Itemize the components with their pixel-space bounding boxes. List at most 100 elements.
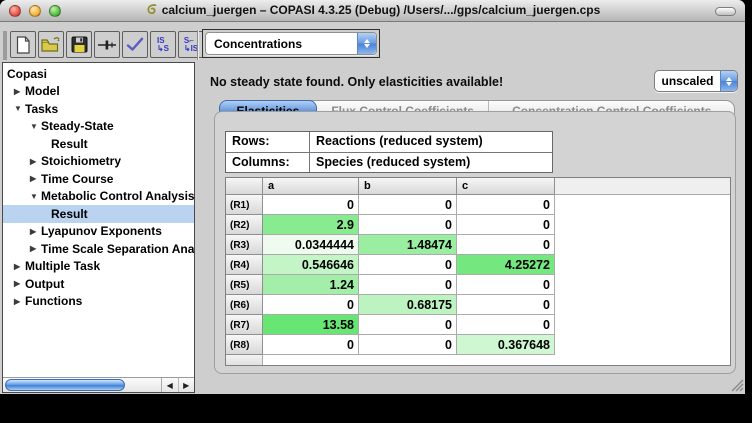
tree-expanded-icon[interactable]: ▼ xyxy=(30,122,41,131)
new-file-icon xyxy=(15,36,31,54)
matrix-column-header-a[interactable]: a xyxy=(263,178,359,195)
tree-item-time-scale-separation-anal[interactable]: ▶Time Scale Separation Anal xyxy=(3,240,194,258)
tree-collapsed-icon[interactable]: ▶ xyxy=(30,157,41,166)
tree-item-label: Metabolic Control Analysis xyxy=(41,189,194,203)
dropdown-stepper-icon[interactable] xyxy=(357,33,376,54)
matrix-cell[interactable]: 0 xyxy=(263,195,359,215)
scroll-right-button[interactable]: ▶ xyxy=(178,378,195,392)
matrix-cell[interactable]: 13.58 xyxy=(263,315,359,335)
columns-label: Columns: xyxy=(226,153,310,172)
matrix-row-header[interactable]: (R5) xyxy=(226,275,263,295)
matrix-cell[interactable]: 0 xyxy=(359,215,457,235)
tree-item-result[interactable]: Result xyxy=(3,205,194,223)
tree-item-label: Multiple Task xyxy=(25,259,100,273)
matrix-cell[interactable]: 0 xyxy=(359,195,457,215)
tree-item-label: Steady-State xyxy=(41,119,114,133)
is-to-s-button[interactable]: IS ↳S xyxy=(150,31,176,58)
tree-collapsed-icon[interactable]: ▶ xyxy=(30,174,41,183)
tree-collapsed-icon[interactable]: ▶ xyxy=(14,262,25,271)
matrix-column-header-b[interactable]: b xyxy=(359,178,457,195)
screen: calcium_juergen – COPASI 4.3.25 (Debug) … xyxy=(0,0,752,423)
tree-item-lyapunov-exponents[interactable]: ▶Lyapunov Exponents xyxy=(3,223,194,241)
tree-item-multiple-task[interactable]: ▶Multiple Task xyxy=(3,258,194,276)
matrix-row-header[interactable]: (R2) xyxy=(226,215,263,235)
tree-expanded-icon[interactable]: ▼ xyxy=(30,192,41,201)
save-file-button[interactable] xyxy=(66,31,92,58)
matrix-cell[interactable]: 0 xyxy=(457,195,555,215)
tree-collapsed-icon[interactable]: ▶ xyxy=(14,297,25,306)
matrix-row-header[interactable]: (R6) xyxy=(226,295,263,315)
matrix-cell[interactable]: 2.9 xyxy=(263,215,359,235)
matrix-cell[interactable]: 0 xyxy=(359,255,457,275)
matrix-cell[interactable]: 0 xyxy=(457,235,555,255)
open-folder-icon xyxy=(41,36,61,53)
matrix-cell[interactable]: 0.367648 xyxy=(457,335,555,355)
matrix-row-header[interactable]: (R3) xyxy=(226,235,263,255)
scale-selector-value: unscaled xyxy=(655,71,720,91)
floppy-icon xyxy=(71,36,88,53)
scale-stepper-icon[interactable] xyxy=(720,71,737,91)
tree-collapsed-icon[interactable]: ▶ xyxy=(30,227,41,236)
tree-collapsed-icon[interactable]: ▶ xyxy=(14,279,25,288)
matrix-column-header-c[interactable]: c xyxy=(457,178,555,195)
matrix-cell[interactable]: 0 xyxy=(457,315,555,335)
tree-item-time-course[interactable]: ▶Time Course xyxy=(3,170,194,188)
matrix-cell[interactable]: 0 xyxy=(457,275,555,295)
tree-item-functions[interactable]: ▶Functions xyxy=(3,293,194,311)
matrix-row-header[interactable]: (R7) xyxy=(226,315,263,335)
matrix-cell[interactable]: 0 xyxy=(263,295,359,315)
matrix-cell[interactable]: 0.68175 xyxy=(359,295,457,315)
matrix-row-header[interactable]: (R8) xyxy=(226,335,263,355)
s-to-is-icon: S⌐ ↳IS xyxy=(184,37,198,53)
matrix-cell[interactable]: 0 xyxy=(457,215,555,235)
tree-item-output[interactable]: ▶Output xyxy=(3,275,194,293)
titlebar: calcium_juergen – COPASI 4.3.25 (Debug) … xyxy=(0,0,745,22)
tree-item-label: Time Course xyxy=(41,172,113,186)
tree-item-copasi[interactable]: Copasi xyxy=(3,65,194,83)
matrix-cell[interactable]: 1.48474 xyxy=(359,235,457,255)
matrix-partial-row xyxy=(226,355,730,366)
scroll-left-button[interactable]: ◀ xyxy=(162,378,178,392)
matrix-row-filler xyxy=(555,315,730,335)
tree-item-label: Result xyxy=(51,207,88,221)
tree-collapsed-icon[interactable]: ▶ xyxy=(30,244,41,253)
navigation-sidebar: Copasi▶Model▼Tasks▼Steady-StateResult▶St… xyxy=(2,62,195,393)
matrix-row-header[interactable]: (R1) xyxy=(226,195,263,215)
slider-button[interactable] xyxy=(94,31,120,58)
matrix-cell[interactable]: 0.546646 xyxy=(263,255,359,275)
toolbar-toggle-button[interactable] xyxy=(715,7,736,16)
resize-grip[interactable] xyxy=(729,377,744,392)
sidebar-horizontal-scrollbar[interactable]: ◀ ▶ xyxy=(3,377,194,392)
toolbar-handle[interactable] xyxy=(3,31,7,60)
matrix-cell[interactable]: 0.0344444 xyxy=(263,235,359,255)
task-selector-dropdown[interactable]: Concentrations xyxy=(205,32,377,55)
tree-item-label: Lyapunov Exponents xyxy=(41,224,162,238)
new-file-button[interactable] xyxy=(10,31,36,58)
matrix-row-header[interactable]: (R4) xyxy=(226,255,263,275)
tree-item-steady-state[interactable]: ▼Steady-State xyxy=(3,118,194,136)
toolbar-separator xyxy=(197,30,199,60)
scrollbar-thumb[interactable] xyxy=(5,379,125,391)
matrix-info-table: Rows: Reactions (reduced system) Columns… xyxy=(225,131,553,173)
update-model-button[interactable] xyxy=(122,31,148,58)
tree-collapsed-icon[interactable]: ▶ xyxy=(14,87,25,96)
tree-expanded-icon[interactable]: ▼ xyxy=(14,104,25,113)
tree-item-stoichiometry[interactable]: ▶Stoichiometry xyxy=(3,153,194,171)
scale-selector-dropdown[interactable]: unscaled xyxy=(654,70,738,92)
tree-item-model[interactable]: ▶Model xyxy=(3,83,194,101)
matrix-cell[interactable]: 1.24 xyxy=(263,275,359,295)
open-file-button[interactable] xyxy=(38,31,64,58)
copasi-window: calcium_juergen – COPASI 4.3.25 (Debug) … xyxy=(0,0,745,394)
matrix-cell[interactable]: 0 xyxy=(359,315,457,335)
tree-item-tasks[interactable]: ▼Tasks xyxy=(3,100,194,118)
matrix-header-row: abc xyxy=(226,178,730,195)
matrix-cell[interactable]: 0 xyxy=(457,295,555,315)
matrix-cell[interactable]: 4.25272 xyxy=(457,255,555,275)
tree-item-result[interactable]: Result xyxy=(3,135,194,153)
tree-item-metabolic-control-analysis[interactable]: ▼Metabolic Control Analysis xyxy=(3,188,194,206)
matrix-cell[interactable]: 0 xyxy=(359,275,457,295)
s-to-is-button[interactable]: S⌐ ↳IS xyxy=(178,31,204,58)
matrix-cell[interactable]: 0 xyxy=(263,335,359,355)
window-title: calcium_juergen – COPASI 4.3.25 (Debug) … xyxy=(162,3,601,17)
matrix-cell[interactable]: 0 xyxy=(359,335,457,355)
